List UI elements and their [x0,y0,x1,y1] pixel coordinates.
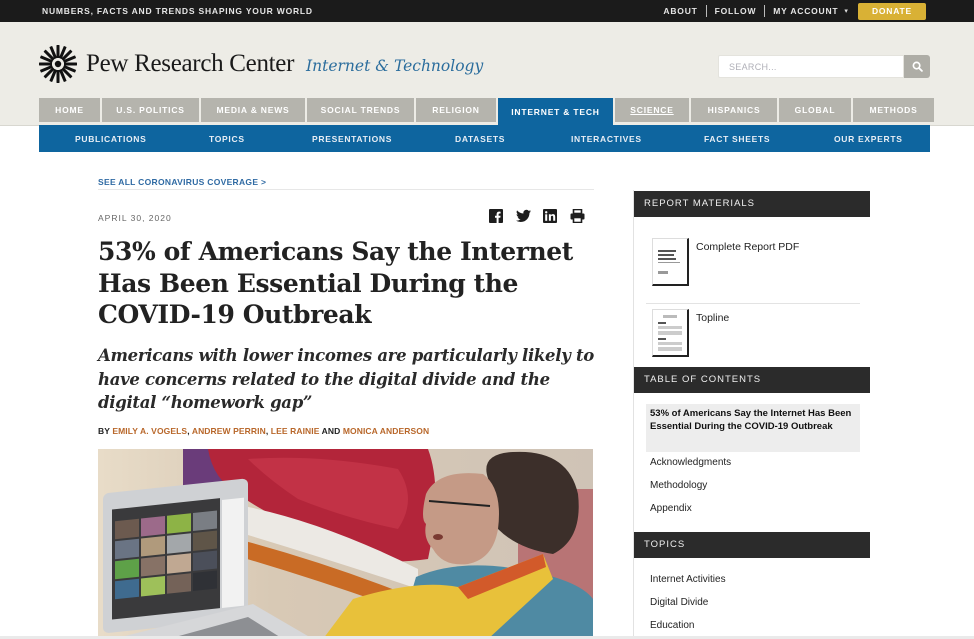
top-links: ABOUT FOLLOW MY ACCOUNT ▾ DONATE [655,2,926,20]
material-topline[interactable]: Topline [652,309,729,357]
coronavirus-coverage-link[interactable]: SEE ALL CORONAVIRUS COVERAGE > [98,177,266,187]
donate-button[interactable]: DONATE [857,2,926,20]
tab-label: SCIENCE [630,105,674,115]
subnav-fact-sheets[interactable]: FACT SHEETS [704,134,770,144]
search-input[interactable] [718,55,904,78]
subnav-datasets[interactable]: DATASETS [455,134,505,144]
tab-hispanics[interactable]: HISPANICS [691,98,779,122]
photo-illustration [98,449,593,639]
tab-label: MEDIA & NEWS [216,105,290,115]
topic-link[interactable]: Education [650,620,694,631]
section-name[interactable]: Internet & Technology [306,57,483,75]
search-button[interactable] [904,55,930,78]
tab-media-news[interactable]: MEDIA & NEWS [201,98,307,122]
toc-item-active[interactable]: 53% of Americans Say the Internet Has Be… [646,404,860,452]
follow-link[interactable]: FOLLOW [707,6,765,16]
tab-label: METHODS [869,105,918,115]
tab-label: INTERNET & TECH [511,106,600,117]
tab-label: GLOBAL [794,105,836,115]
publish-date: APRIL 30, 2020 [98,213,172,223]
tab-label: RELIGION [432,105,480,115]
material-label[interactable]: Topline [696,312,729,357]
twitter-icon[interactable] [516,209,531,223]
tab-social-trends[interactable]: SOCIAL TRENDS [307,98,416,122]
tab-methods[interactable]: METHODS [853,98,934,122]
toc-item[interactable]: Appendix [650,503,692,514]
sidebar-border [633,190,634,639]
subnav-presentations[interactable]: PRESENTATIONS [312,134,392,144]
material-complete-report-pdf[interactable]: Complete Report PDF [652,238,799,286]
subnav-interactives[interactable]: INTERACTIVES [571,134,642,144]
tab-us-politics[interactable]: U.S. POLITICS [102,98,201,122]
author-link[interactable]: EMILY A. VOGELS [112,426,187,436]
topic-link[interactable]: Digital Divide [650,597,708,608]
material-label[interactable]: Complete Report PDF [696,241,799,286]
byline-separator: , [187,426,190,436]
topics-heading: TOPICS [634,532,870,558]
report-materials-heading: REPORT MATERIALS [634,191,870,217]
tab-home[interactable]: HOME [39,98,102,122]
byline-prefix: BY [98,426,110,436]
brand-name[interactable]: Pew Research Center [86,50,294,78]
author-link[interactable]: MONICA ANDERSON [343,426,429,436]
subnav-topics[interactable]: TOPICS [209,134,245,144]
toc-item[interactable]: Acknowledgments [650,457,731,468]
print-icon[interactable] [570,208,585,224]
tab-label: SOCIAL TRENDS [320,105,401,115]
pew-logo-icon[interactable] [39,45,77,83]
tab-global[interactable]: GLOBAL [779,98,853,122]
linkedin-icon[interactable] [543,209,557,223]
share-bar [489,208,585,224]
author-link[interactable]: ANDREW PERRIN [192,426,266,436]
subnav-publications[interactable]: PUBLICATIONS [75,134,147,144]
article-subtitle: Americans with lower incomes are particu… [98,346,594,412]
tab-religion[interactable]: RELIGION [416,98,498,122]
article-title: 53% of Americans Say the Internet Has Be… [98,237,573,329]
search-form [718,55,930,78]
tab-science[interactable]: SCIENCE [615,98,691,122]
caret-down-icon[interactable]: ▾ [844,7,848,15]
top-bar: NUMBERS, FACTS AND TRENDS SHAPING YOUR W… [0,0,974,22]
byline: BY EMILY A. VOGELS, ANDREW PERRIN, LEE R… [98,426,429,436]
byline-and: AND [321,426,341,436]
subnav-our-experts[interactable]: OUR EXPERTS [834,134,903,144]
tab-label: U.S. POLITICS [116,105,185,115]
document-thumbnail-icon [652,309,689,357]
tab-label: HISPANICS [707,105,761,115]
divider [646,303,860,304]
about-link[interactable]: ABOUT [655,6,705,16]
my-account-link[interactable]: MY ACCOUNT [765,6,846,16]
divider [98,189,594,190]
topic-link[interactable]: Internet Activities [650,574,726,585]
document-thumbnail-icon [652,238,689,286]
sub-nav: PUBLICATIONS TOPICS PRESENTATIONS DATASE… [39,125,930,152]
facebook-icon[interactable] [489,209,503,223]
search-icon [912,61,923,72]
toc-heading: TABLE OF CONTENTS [634,367,870,393]
site-tagline: NUMBERS, FACTS AND TRENDS SHAPING YOUR W… [42,6,313,16]
article-photo [98,449,593,639]
main-nav: HOME U.S. POLITICS MEDIA & NEWS SOCIAL T… [39,98,934,125]
tab-label: HOME [55,105,84,115]
tab-internet-tech[interactable]: INTERNET & TECH [498,98,615,125]
author-link[interactable]: LEE RAINIE [271,426,320,436]
byline-separator: , [265,426,269,436]
toc-item[interactable]: Methodology [650,480,707,491]
